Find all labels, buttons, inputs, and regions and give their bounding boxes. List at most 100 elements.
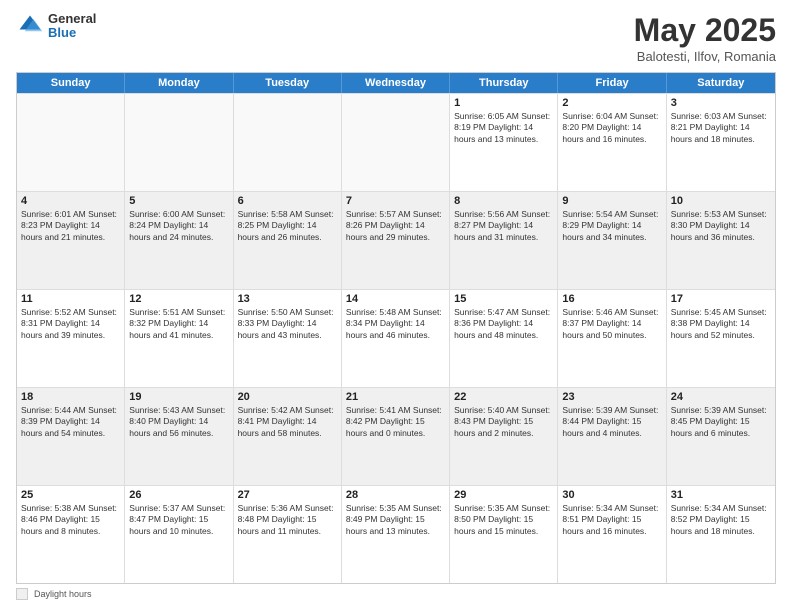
day-info: Sunrise: 5:41 AM Sunset: 8:42 PM Dayligh… xyxy=(346,405,445,439)
calendar-cell: 3Sunrise: 6:03 AM Sunset: 8:21 PM Daylig… xyxy=(667,94,775,191)
calendar-cell: 2Sunrise: 6:04 AM Sunset: 8:20 PM Daylig… xyxy=(558,94,666,191)
day-info: Sunrise: 5:39 AM Sunset: 8:45 PM Dayligh… xyxy=(671,405,771,439)
calendar-row: 11Sunrise: 5:52 AM Sunset: 8:31 PM Dayli… xyxy=(17,289,775,387)
title-section: May 2025 Balotesti, Ilfov, Romania xyxy=(634,12,776,64)
weekday-header: Monday xyxy=(125,73,233,93)
day-info: Sunrise: 5:57 AM Sunset: 8:26 PM Dayligh… xyxy=(346,209,445,243)
calendar-cell: 16Sunrise: 5:46 AM Sunset: 8:37 PM Dayli… xyxy=(558,290,666,387)
day-number: 31 xyxy=(671,489,771,501)
logo-icon xyxy=(16,12,44,40)
day-info: Sunrise: 5:42 AM Sunset: 8:41 PM Dayligh… xyxy=(238,405,337,439)
day-number: 5 xyxy=(129,195,228,207)
logo: General Blue xyxy=(16,12,96,41)
calendar-cell: 30 Sunrise: 5:34 AM Sunset: 8:51 PM Dayli… xyxy=(558,486,666,583)
calendar-cell: 7 Sunrise: 5:57 AM Sunset: 8:26 PM Daylig… xyxy=(342,192,450,289)
day-number: 23 xyxy=(562,391,661,403)
day-info: Sunrise: 6:01 AM Sunset: 8:23 PM Dayligh… xyxy=(21,209,120,243)
calendar-cell: 23 Sunrise: 5:39 AM Sunset: 8:44 PM Dayli… xyxy=(558,388,666,485)
calendar-row: 25 Sunrise: 5:38 AM Sunset: 8:46 PM Dayli… xyxy=(17,485,775,583)
calendar-cell: 21 Sunrise: 5:41 AM Sunset: 8:42 PM Dayli… xyxy=(342,388,450,485)
day-info: Sunrise: 5:56 AM Sunset: 8:27 PM Dayligh… xyxy=(454,209,553,243)
day-info: Sunrise: 5:40 AM Sunset: 8:43 PM Dayligh… xyxy=(454,405,553,439)
calendar-cell: 17 Sunrise: 5:45 AM Sunset: 8:38 PM Dayli… xyxy=(667,290,775,387)
calendar-cell: 22 Sunrise: 5:40 AM Sunset: 8:43 PM Dayli… xyxy=(450,388,558,485)
calendar-cell xyxy=(342,94,450,191)
calendar-cell: 31 Sunrise: 5:34 AM Sunset: 8:52 PM Dayli… xyxy=(667,486,775,583)
footer-label: Daylight hours xyxy=(34,589,92,599)
calendar-cell: 12Sunrise: 5:51 AM Sunset: 8:32 PM Dayli… xyxy=(125,290,233,387)
day-info: Sunrise: 5:35 AM Sunset: 8:49 PM Dayligh… xyxy=(346,503,445,537)
day-info: Sunrise: 6:00 AM Sunset: 8:24 PM Dayligh… xyxy=(129,209,228,243)
calendar-cell: 8 Sunrise: 5:56 AM Sunset: 8:27 PM Daylig… xyxy=(450,192,558,289)
header: General Blue May 2025 Balotesti, Ilfov, … xyxy=(16,12,776,64)
logo-blue-text: Blue xyxy=(48,26,96,40)
day-number: 29 xyxy=(454,489,553,501)
day-number: 13 xyxy=(238,293,337,305)
day-number: 1 xyxy=(454,97,553,109)
calendar-cell xyxy=(234,94,342,191)
calendar-cell: 19Sunrise: 5:43 AM Sunset: 8:40 PM Dayli… xyxy=(125,388,233,485)
calendar-cell xyxy=(17,94,125,191)
calendar-cell: 13 Sunrise: 5:50 AM Sunset: 8:33 PM Dayli… xyxy=(234,290,342,387)
day-info: Sunrise: 5:39 AM Sunset: 8:44 PM Dayligh… xyxy=(562,405,661,439)
day-info: Sunrise: 5:44 AM Sunset: 8:39 PM Dayligh… xyxy=(21,405,120,439)
calendar-cell: 9 Sunrise: 5:54 AM Sunset: 8:29 PM Daylig… xyxy=(558,192,666,289)
calendar-cell: 24Sunrise: 5:39 AM Sunset: 8:45 PM Dayli… xyxy=(667,388,775,485)
calendar-cell: 26Sunrise: 5:37 AM Sunset: 8:47 PM Dayli… xyxy=(125,486,233,583)
day-info: Sunrise: 5:51 AM Sunset: 8:32 PM Dayligh… xyxy=(129,307,228,341)
logo-general-text: General xyxy=(48,12,96,26)
day-info: Sunrise: 5:48 AM Sunset: 8:34 PM Dayligh… xyxy=(346,307,445,341)
footer-box xyxy=(16,588,28,600)
footer-note: Daylight hours xyxy=(16,588,776,600)
calendar: SundayMondayTuesdayWednesdayThursdayFrid… xyxy=(16,72,776,584)
day-number: 14 xyxy=(346,293,445,305)
day-number: 9 xyxy=(562,195,661,207)
day-info: Sunrise: 5:36 AM Sunset: 8:48 PM Dayligh… xyxy=(238,503,337,537)
day-number: 28 xyxy=(346,489,445,501)
day-number: 11 xyxy=(21,293,120,305)
day-info: Sunrise: 5:34 AM Sunset: 8:51 PM Dayligh… xyxy=(562,503,661,537)
weekday-header: Saturday xyxy=(667,73,775,93)
day-number: 17 xyxy=(671,293,771,305)
day-number: 30 xyxy=(562,489,661,501)
calendar-cell: 6Sunrise: 5:58 AM Sunset: 8:25 PM Daylig… xyxy=(234,192,342,289)
calendar-body: 1 Sunrise: 6:05 AM Sunset: 8:19 PM Daylig… xyxy=(17,93,775,583)
calendar-cell: 1 Sunrise: 6:05 AM Sunset: 8:19 PM Daylig… xyxy=(450,94,558,191)
day-number: 10 xyxy=(671,195,771,207)
weekday-header: Sunday xyxy=(17,73,125,93)
day-number: 21 xyxy=(346,391,445,403)
calendar-cell: 28 Sunrise: 5:35 AM Sunset: 8:49 PM Dayli… xyxy=(342,486,450,583)
weekday-header: Wednesday xyxy=(342,73,450,93)
calendar-cell: 14 Sunrise: 5:48 AM Sunset: 8:34 PM Dayli… xyxy=(342,290,450,387)
day-number: 22 xyxy=(454,391,553,403)
page: General Blue May 2025 Balotesti, Ilfov, … xyxy=(0,0,792,612)
weekday-header: Friday xyxy=(558,73,666,93)
calendar-cell: 11Sunrise: 5:52 AM Sunset: 8:31 PM Dayli… xyxy=(17,290,125,387)
calendar-cell: 18Sunrise: 5:44 AM Sunset: 8:39 PM Dayli… xyxy=(17,388,125,485)
calendar-row: 18Sunrise: 5:44 AM Sunset: 8:39 PM Dayli… xyxy=(17,387,775,485)
day-number: 2 xyxy=(562,97,661,109)
day-info: Sunrise: 5:54 AM Sunset: 8:29 PM Dayligh… xyxy=(562,209,661,243)
day-number: 7 xyxy=(346,195,445,207)
calendar-cell: 29Sunrise: 5:35 AM Sunset: 8:50 PM Dayli… xyxy=(450,486,558,583)
location: Balotesti, Ilfov, Romania xyxy=(634,49,776,64)
calendar-cell: 27 Sunrise: 5:36 AM Sunset: 8:48 PM Dayli… xyxy=(234,486,342,583)
calendar-cell: 15Sunrise: 5:47 AM Sunset: 8:36 PM Dayli… xyxy=(450,290,558,387)
day-number: 27 xyxy=(238,489,337,501)
day-info: Sunrise: 5:46 AM Sunset: 8:37 PM Dayligh… xyxy=(562,307,661,341)
day-number: 19 xyxy=(129,391,228,403)
day-info: Sunrise: 5:47 AM Sunset: 8:36 PM Dayligh… xyxy=(454,307,553,341)
day-info: Sunrise: 6:05 AM Sunset: 8:19 PM Dayligh… xyxy=(454,111,553,145)
calendar-cell: 20Sunrise: 5:42 AM Sunset: 8:41 PM Dayli… xyxy=(234,388,342,485)
calendar-cell: 5 Sunrise: 6:00 AM Sunset: 8:24 PM Daylig… xyxy=(125,192,233,289)
calendar-row: 1 Sunrise: 6:05 AM Sunset: 8:19 PM Daylig… xyxy=(17,93,775,191)
day-info: Sunrise: 5:34 AM Sunset: 8:52 PM Dayligh… xyxy=(671,503,771,537)
calendar-cell xyxy=(125,94,233,191)
day-number: 25 xyxy=(21,489,120,501)
day-number: 8 xyxy=(454,195,553,207)
calendar-cell: 10Sunrise: 5:53 AM Sunset: 8:30 PM Dayli… xyxy=(667,192,775,289)
month-title: May 2025 xyxy=(634,12,776,49)
day-info: Sunrise: 5:38 AM Sunset: 8:46 PM Dayligh… xyxy=(21,503,120,537)
day-info: Sunrise: 5:45 AM Sunset: 8:38 PM Dayligh… xyxy=(671,307,771,341)
day-info: Sunrise: 5:50 AM Sunset: 8:33 PM Dayligh… xyxy=(238,307,337,341)
